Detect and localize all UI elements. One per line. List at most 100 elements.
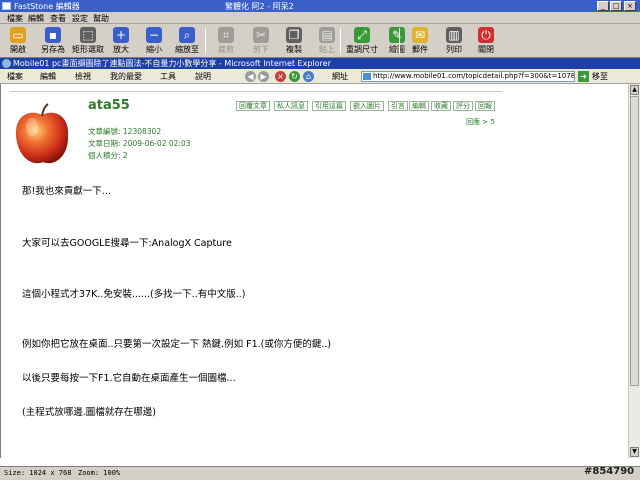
reply-indicator[interactable]: 回應 > 5 xyxy=(466,117,495,127)
image-id-watermark: #854790 xyxy=(584,466,635,477)
menu-help[interactable]: 幫助 xyxy=(93,13,109,24)
save-icon: ▪ xyxy=(45,27,61,43)
stop-icon[interactable]: × xyxy=(275,71,286,82)
toolbar-zoom-to-button[interactable]: ⌕ 縮放至 xyxy=(170,26,204,56)
browser-title: Mobile01 pc畫面擷圖除了連點圖法-不自量力小數學分享 - Micros… xyxy=(13,59,331,68)
rect-select-icon: ⬚ xyxy=(80,27,96,43)
minimize-button[interactable]: _ xyxy=(597,1,609,11)
folder-open-icon: ▭ xyxy=(10,27,26,43)
toolbar-label: 重調尺寸 xyxy=(346,45,378,54)
app-title-bar: FastStone 編輯器 繁體化 阿2 - 阿呆2 _ □ × xyxy=(0,0,640,12)
toolbar-mail-button[interactable]: ✉ 郵件 xyxy=(403,26,437,56)
quote-post-button[interactable]: 引用這篇 xyxy=(312,101,346,111)
post-line-1: 那!我也來貢獻一下... xyxy=(22,186,111,197)
ie-menu-edit[interactable]: 編輯 xyxy=(40,71,56,82)
zoom-out-icon: − xyxy=(146,27,162,43)
print-icon: ▥ xyxy=(446,27,462,43)
zoom-to-icon: ⌕ xyxy=(179,27,195,43)
cut-icon: ✂ xyxy=(253,27,269,43)
ie-menu-view[interactable]: 檢視 xyxy=(75,71,91,82)
toolbar-print-button[interactable]: ▥ 列印 xyxy=(437,26,471,56)
forward-icon[interactable]: ▶ xyxy=(258,71,269,82)
toolbar-paste-button[interactable]: ▤ 貼上 xyxy=(310,26,344,56)
post-line-5: 以後只要每按一下F1.它自動在桌面產生一個圖檔... xyxy=(22,373,236,384)
menu-file[interactable]: 檔案 xyxy=(7,13,23,24)
go-button[interactable]: 移至 xyxy=(592,71,608,82)
maximize-button[interactable]: □ xyxy=(610,1,622,11)
toolbar-label: 開啟 xyxy=(10,45,26,54)
toolbar-label: 縮放至 xyxy=(175,45,199,54)
ie-menu-file[interactable]: 檔案 xyxy=(7,71,23,82)
post-id: 文章編號: 12308302 xyxy=(88,127,162,136)
paste-icon: ▤ xyxy=(319,27,335,43)
toolbar-label: 複製 xyxy=(286,45,302,54)
toolbar-crop-button[interactable]: ⌗ 裁剪 xyxy=(209,26,243,56)
app-name: FastStone 編輯器 xyxy=(14,2,80,11)
document-title: 繁體化 阿2 - 阿呆2 xyxy=(225,2,294,11)
toolbar-label: 矩形選取 xyxy=(72,45,104,54)
post-username[interactable]: ata55 xyxy=(88,98,130,113)
toolbar-cut-button[interactable]: ✂ 剪下 xyxy=(244,26,278,56)
toolbar-label: 裁剪 xyxy=(218,45,234,54)
toolbar-zoom-out-button[interactable]: − 縮小 xyxy=(137,26,171,56)
vertical-scrollbar[interactable]: ▲ ▼ xyxy=(628,84,640,458)
edit-button[interactable]: 編輯 xyxy=(409,101,429,111)
address-input[interactable]: http://www.mobile01.com/topicdetail.php?… xyxy=(361,71,575,82)
toolbar-zoom-in-button[interactable]: + 放大 xyxy=(104,26,138,56)
ie-menu-help[interactable]: 說明 xyxy=(195,71,211,82)
post-line-3: 這個小程式才37K..免安裝......(多找一下..有中文版..) xyxy=(22,289,246,300)
menu-edit[interactable]: 編輯 xyxy=(28,13,44,24)
quote-button[interactable]: 引言 xyxy=(388,101,408,111)
browser-toolbar: 檔案 編輯 檢視 我的最愛 工具 說明 ◀ ▶ × ↻ ⌂ 網址 http://… xyxy=(0,69,640,84)
toolbar-save-button[interactable]: ▪ 另存為 xyxy=(36,26,70,56)
toolbar-rect-select-button[interactable]: ⬚ 矩形選取 xyxy=(71,26,105,56)
rate-button[interactable]: 評分 xyxy=(453,101,473,111)
toolbar-label: 剪下 xyxy=(253,45,269,54)
toolbar-copy-button[interactable]: ❐ 複製 xyxy=(277,26,311,56)
ie-menu-favorites[interactable]: 我的最愛 xyxy=(110,71,142,82)
toolbar-label: 列印 xyxy=(446,45,462,54)
toolbar-label: 貼上 xyxy=(319,45,335,54)
avatar xyxy=(15,103,69,164)
address-label: 網址 xyxy=(332,72,348,81)
crop-icon: ⌗ xyxy=(218,27,234,43)
ie-menu-tools[interactable]: 工具 xyxy=(160,71,176,82)
home-icon[interactable]: ⌂ xyxy=(303,71,314,82)
toolbar-separator xyxy=(399,28,400,54)
user-points: 個人積分: 2 xyxy=(88,151,128,160)
toolbar: ▭ 開啟 ▪ 另存為 ⬚ 矩形選取 + 放大 − 縮小 ⌕ 縮放至 ⌗ 裁剪 ✂ 剪下 ❐ 複製 ▤ 貼上 ⤢ 重調尺寸 ✎… xyxy=(0,24,640,58)
forum-post xyxy=(10,91,502,451)
embed-image-button[interactable]: 嵌入圖片 xyxy=(350,101,384,111)
scroll-up-icon[interactable]: ▲ xyxy=(630,85,639,95)
toolbar-separator xyxy=(340,28,341,54)
status-bar: Size: 1024 x 768 Zoom: 100% xyxy=(0,466,640,480)
post-line-2: 大家可以去GOOGLE搜尋一下:AnalogX Capture xyxy=(22,238,232,249)
toolbar-resize-button[interactable]: ⤢ 重調尺寸 xyxy=(345,26,379,56)
toolbar-label: 郵件 xyxy=(412,45,428,54)
zoom-in-icon: + xyxy=(113,27,129,43)
resize-icon: ⤢ xyxy=(354,27,370,43)
copy-icon: ❐ xyxy=(286,27,302,43)
toolbar-separator xyxy=(205,28,206,54)
zoom-level: Zoom: 100% xyxy=(78,469,121,477)
scroll-down-icon[interactable]: ▼ xyxy=(630,447,639,457)
favorite-button[interactable]: 收藏 xyxy=(431,101,451,111)
menu-view[interactable]: 查看 xyxy=(50,13,66,24)
back-icon[interactable]: ◀ xyxy=(245,71,256,82)
ie-icon xyxy=(2,59,11,68)
address-value: http://www.mobile01.com/topicdetail.php?… xyxy=(373,72,575,80)
menu-settings[interactable]: 設定 xyxy=(72,13,88,24)
close-button[interactable]: × xyxy=(624,1,636,11)
toolbar-power-button[interactable]: ⏻ 關閉 xyxy=(469,26,503,56)
page-icon xyxy=(363,73,371,80)
private-message-button[interactable]: 私人訊息 xyxy=(274,101,308,111)
refresh-icon[interactable]: ↻ xyxy=(289,71,300,82)
toolbar-folder-open-button[interactable]: ▭ 開啟 xyxy=(1,26,35,56)
toolbar-label: 縮小 xyxy=(146,45,162,54)
app-icon xyxy=(2,2,11,10)
scroll-thumb[interactable] xyxy=(630,96,639,386)
browser-title-bar: Mobile01 pc畫面擷圖除了連點圖法-不自量力小數學分享 - Micros… xyxy=(0,58,640,69)
report-button[interactable]: 回報 xyxy=(475,101,495,111)
go-arrow-icon[interactable]: ➜ xyxy=(578,71,589,82)
reply-button[interactable]: 回覆文章 xyxy=(236,101,270,111)
